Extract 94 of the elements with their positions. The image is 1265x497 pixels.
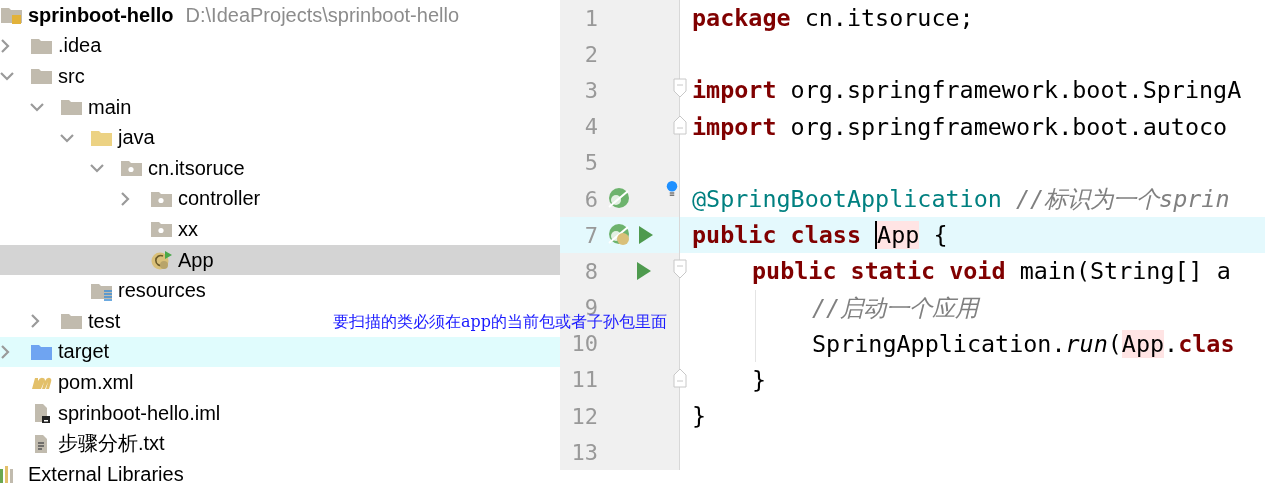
code-token: . xyxy=(1164,329,1179,358)
item-name: main xyxy=(88,95,132,119)
code-token: public xyxy=(692,221,777,250)
item-name: test xyxy=(88,309,121,333)
code-token: cn.itsoruce; xyxy=(804,4,974,33)
code-token: //启动一个应用 xyxy=(812,292,979,324)
code-token: } xyxy=(752,365,767,394)
code-token: { xyxy=(933,221,948,250)
tree-item[interactable]: target xyxy=(0,336,560,368)
item-name: src xyxy=(58,65,85,88)
item-name: controller xyxy=(178,187,261,211)
item-name: External Libraries xyxy=(28,462,184,486)
module-folder-icon xyxy=(0,5,24,26)
item-name: 步骤分析.txt xyxy=(58,431,165,457)
lightbulb-icon[interactable] xyxy=(666,180,678,197)
code-token: import xyxy=(692,76,777,105)
line-number: 11 xyxy=(570,367,598,393)
folder-icon xyxy=(60,97,84,118)
code-token: org.springframework.boot.SpringA xyxy=(790,76,1242,105)
item-name: sprinboot-hello xyxy=(28,3,174,27)
item-name: .idea xyxy=(58,34,102,58)
line-number: 12 xyxy=(570,403,598,429)
code-token: //标识为一个sprin xyxy=(1015,184,1230,216)
bean-icon[interactable] xyxy=(606,223,632,248)
tree-item[interactable]: controller xyxy=(0,183,261,215)
chevron-right-icon[interactable] xyxy=(30,314,40,329)
fold-icon[interactable] xyxy=(673,78,687,99)
folder-icon xyxy=(30,66,54,87)
code-token: App xyxy=(1121,329,1165,358)
line-number: 4 xyxy=(583,114,598,140)
item-name: target xyxy=(58,340,110,364)
libraries-icon xyxy=(0,465,13,483)
fold-icon[interactable] xyxy=(673,114,687,135)
item-name: sprinboot-hello.iml xyxy=(58,401,221,425)
item-name: xx xyxy=(178,217,198,241)
chevron-right-icon[interactable] xyxy=(0,38,10,53)
chevron-down-icon[interactable] xyxy=(90,163,104,174)
line-number: 2 xyxy=(583,41,598,67)
code-token: class xyxy=(790,221,861,250)
line-number: 8 xyxy=(583,258,598,284)
line-number: 10 xyxy=(570,331,598,357)
code-token: ( xyxy=(1107,329,1122,358)
tree-item[interactable]: pom.xml xyxy=(0,367,134,398)
run-icon[interactable] xyxy=(638,225,654,246)
code-token: clas xyxy=(1178,329,1235,358)
tree-item[interactable]: resources xyxy=(0,275,206,306)
chevron-right-icon[interactable] xyxy=(0,344,10,359)
tree-item[interactable]: test xyxy=(0,305,121,337)
tree-item[interactable]: main xyxy=(0,91,132,123)
code-token: import xyxy=(692,112,777,141)
tree-item[interactable]: External Libraries xyxy=(0,458,184,490)
tree-item[interactable]: App xyxy=(0,244,560,276)
code-token: } xyxy=(692,402,707,431)
code-token: App xyxy=(875,221,920,250)
chevron-down-icon[interactable] xyxy=(0,71,14,82)
line-number: 5 xyxy=(583,150,598,176)
line-number: 7 xyxy=(583,222,598,248)
tree-item[interactable]: 步骤分析.txt xyxy=(0,428,165,459)
tree-item[interactable]: java xyxy=(0,122,155,153)
project-path: D:\IdeaProjects\sprinboot-hello xyxy=(185,3,460,27)
line-number: 6 xyxy=(583,186,598,212)
code-token: run xyxy=(1065,329,1108,358)
fold-icon[interactable] xyxy=(673,259,687,280)
item-name: cn.itsoruce xyxy=(148,156,245,180)
fold-icon[interactable] xyxy=(673,367,687,388)
tree-item[interactable]: sprinboot-hello.iml xyxy=(0,397,221,429)
package-icon xyxy=(150,219,174,240)
run-icon[interactable] xyxy=(636,261,652,282)
tree-item[interactable]: xx xyxy=(0,214,198,245)
chevron-down-icon[interactable] xyxy=(30,102,44,113)
line-number: 3 xyxy=(583,77,598,103)
chevron-right-icon[interactable] xyxy=(120,191,130,206)
code-token: package xyxy=(692,4,791,33)
code-token: @SpringBootApplication xyxy=(692,185,1002,214)
item-name: java xyxy=(118,126,155,150)
class-icon xyxy=(150,250,174,271)
code-token: org.springframework.boot.autoco xyxy=(790,112,1228,141)
item-name: App xyxy=(178,248,214,272)
tree-item[interactable]: sprinboot-hello D:\IdeaProjects\sprinboot-hello xyxy=(0,0,460,31)
line-number: 13 xyxy=(570,439,598,465)
chevron-down-icon[interactable] xyxy=(60,132,74,143)
item-name: resources xyxy=(118,279,206,303)
tree-item[interactable]: src xyxy=(0,61,85,92)
code-token: main(String[] a xyxy=(1019,257,1231,286)
line-number: 1 xyxy=(583,5,598,31)
package-icon xyxy=(120,158,144,179)
code-token: SpringApplication. xyxy=(812,329,1066,358)
tree-item[interactable]: cn.itsoruce xyxy=(0,152,245,184)
folder-icon xyxy=(60,311,84,332)
code-token: public xyxy=(752,257,837,286)
code-token: void xyxy=(949,257,1006,286)
code-token: static xyxy=(850,257,936,286)
tree-item[interactable]: .idea xyxy=(0,30,102,62)
item-name: pom.xml xyxy=(58,370,134,394)
